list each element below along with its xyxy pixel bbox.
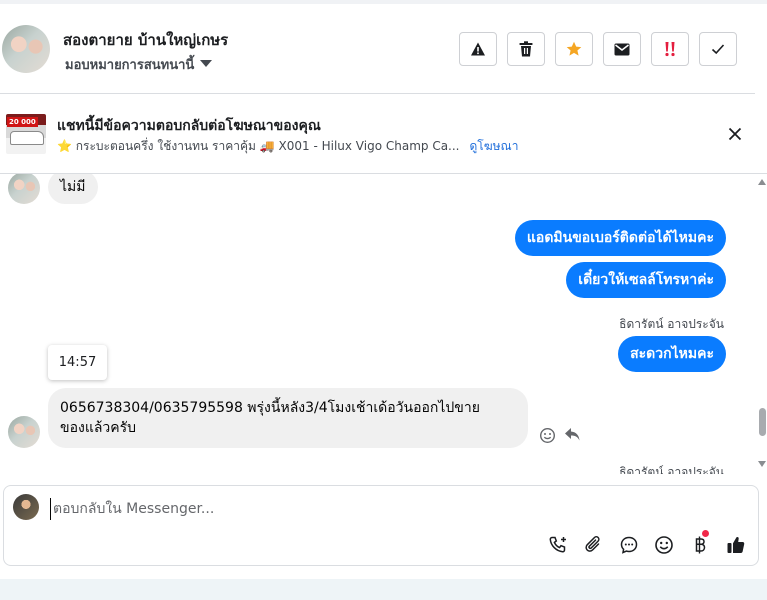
conversation-header: สองตายาย บ้านใหญ่เกษร มอบหมายการสนทนานี้ — [0, 4, 755, 94]
phone-plus-icon — [549, 536, 566, 553]
page-avatar — [13, 494, 39, 520]
scroll-up-arrow-icon[interactable] — [758, 179, 766, 185]
notification-dot — [702, 530, 709, 537]
reply-composer — [3, 485, 759, 566]
incoming-message[interactable]: ไม่มี — [48, 174, 98, 204]
sender-name: ธิดารัตน์ อาจประจัน — [619, 465, 724, 474]
call-button[interactable] — [546, 533, 570, 557]
chat-bubble-icon — [620, 536, 638, 554]
scroll-down-arrow-icon[interactable] — [758, 461, 766, 467]
warning-triangle-icon — [471, 42, 485, 56]
attach-button[interactable] — [582, 533, 606, 557]
outgoing-message[interactable]: แอดมินขอเบอร์ติดต่อได้ไหมคะ — [514, 220, 726, 256]
page-footer-strip — [0, 579, 767, 600]
mark-done-button[interactable] — [699, 32, 737, 66]
contact-avatar[interactable] — [2, 25, 50, 73]
sender-name: ธิดารัตน์ อาจประจัน — [619, 317, 724, 331]
message-line: 0656738304/0635795598 พรุ่งนี้หลัง3/4โมง… — [60, 400, 480, 416]
emoji-button[interactable] — [652, 533, 676, 557]
ad-thumb-price: 20 000 — [7, 117, 38, 127]
timestamp-tooltip: 14:57 — [48, 345, 107, 380]
report-button[interactable] — [459, 32, 497, 66]
reply-input[interactable] — [50, 498, 693, 520]
payment-button[interactable] — [688, 530, 712, 557]
incoming-message[interactable]: 0656738304/0635795598 พรุ่งนี้หลัง3/4โมง… — [48, 388, 528, 448]
message-thread[interactable]: ไม่มี แอดมินขอเบอร์ติดต่อได้ไหมคะ เดี๋ยว… — [0, 174, 755, 474]
ad-banner-title: แชทนี้มีข้อความตอบกลับต่อโฆษณาของคุณ — [57, 118, 321, 134]
ad-thumbnail[interactable]: 20 000 — [6, 114, 46, 154]
ad-description: ⭐ กระบะตอนครึ่ง ใช้งานทน ราคาคุ้ม 🚚 X001… — [57, 139, 460, 153]
envelope-icon — [614, 43, 630, 55]
smiley-icon — [655, 536, 673, 554]
delete-button[interactable] — [507, 32, 545, 66]
star-button[interactable] — [555, 32, 593, 66]
assign-label: มอบหมายการสนทนานี้ — [65, 58, 195, 73]
thread-scrollbar[interactable] — [755, 174, 767, 474]
like-button[interactable] — [724, 533, 748, 557]
view-ad-link[interactable]: ดูโฆษณา — [470, 139, 519, 153]
reply-arrow-icon[interactable] — [564, 427, 581, 442]
ad-banner-subtitle: ⭐ กระบะตอนครึ่ง ใช้งานทน ราคาคุ้ม 🚚 X001… — [57, 137, 518, 156]
contact-message-avatar — [8, 416, 40, 448]
close-icon[interactable] — [726, 125, 744, 143]
message-line: ของแล้วครับ — [60, 420, 137, 436]
trash-icon — [519, 41, 533, 57]
contact-name[interactable]: สองตายาย บ้านใหญ่เกษร — [63, 28, 228, 52]
scrollbar-thumb[interactable] — [759, 408, 766, 436]
star-icon — [566, 41, 582, 56]
assign-conversation-dropdown[interactable]: มอบหมายการสนทนานี้ — [65, 54, 213, 75]
outgoing-message[interactable]: สะดวกไหมคะ — [618, 336, 726, 372]
caret-down-icon — [200, 60, 213, 67]
react-emoji-icon[interactable] — [539, 427, 556, 444]
ad-reply-banner: 20 000 แชทนี้มีข้อความตอบกลับต่อโฆษณาของ… — [0, 94, 767, 174]
follow-up-button[interactable] — [651, 32, 689, 66]
thumbs-up-icon — [727, 537, 745, 553]
outgoing-message[interactable]: เดี๋ยวให้เซลล์โทรหาค่ะ — [566, 262, 726, 298]
truck-image — [10, 131, 44, 145]
double-exclamation-icon — [665, 42, 675, 57]
checkmark-icon — [711, 44, 725, 55]
baht-icon — [695, 536, 706, 554]
paperclip-icon — [585, 536, 600, 552]
contact-message-avatar — [8, 174, 40, 204]
mark-unread-button[interactable] — [603, 32, 641, 66]
saved-replies-button[interactable] — [617, 533, 641, 557]
